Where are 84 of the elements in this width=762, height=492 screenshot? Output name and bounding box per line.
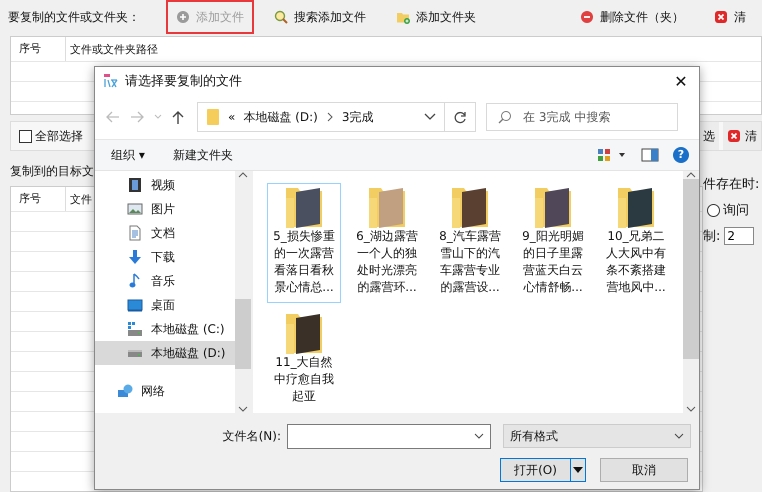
folder-item[interactable]: 10_兄弟二人大风中有条不紊搭建营地风中... [599, 183, 673, 303]
plus-circle-icon [176, 10, 190, 24]
copies-field[interactable]: 2 [724, 227, 754, 245]
section-label: 要复制的文件或文件夹： [8, 8, 140, 26]
close-button[interactable]: ✕ [663, 67, 699, 95]
close-icon [714, 10, 728, 24]
chevron-right-icon [326, 112, 334, 122]
folder-item[interactable]: 8_汽车露营雪山下的汽车露营专业的露营设... [433, 183, 507, 303]
download-arrow-icon [127, 249, 143, 265]
scrollbar[interactable] [235, 171, 251, 413]
monitor-icon [127, 297, 143, 313]
document-icon [127, 225, 143, 241]
toolbar-button[interactable]: 删除文件（夹） [570, 0, 694, 34]
chevron-down-icon [474, 432, 484, 440]
breadcrumb[interactable]: 本地磁盘 (D:) [243, 108, 318, 126]
nav-item[interactable]: 音乐 [95, 269, 235, 293]
split-button[interactable] [570, 458, 586, 482]
toolbar-button[interactable]: 新建文件夹 [172, 146, 233, 164]
network-icon [117, 383, 133, 399]
address-bar[interactable]: « 本地磁盘 (D:) 3完成 [197, 102, 445, 132]
folder-item[interactable]: 9_阳光明媚的日子里露营蓝天白云心情舒畅... [516, 183, 590, 303]
search-field[interactable]: 在 3完成 中搜索 [486, 103, 678, 131]
column-header: 文件 [69, 192, 92, 206]
app-logo-icon [103, 73, 119, 89]
search-icon [498, 110, 512, 124]
close-icon [727, 129, 741, 143]
minus-circle-icon [580, 10, 594, 24]
chevron-down-icon [674, 432, 684, 440]
chevron-up-icon [686, 171, 696, 179]
help-button[interactable]: ? [673, 147, 689, 163]
toolbar-button[interactable]: 搜索添加文件 [264, 0, 376, 34]
nav-item[interactable]: 桌面 [95, 293, 235, 317]
filename-field[interactable] [287, 424, 491, 448]
film-icon [127, 177, 143, 193]
toolbar-button[interactable]: 选 [699, 122, 719, 150]
select-all-checkbox[interactable]: 全部选择 [19, 128, 83, 144]
picture-icon [127, 201, 143, 217]
file-type-dropdown[interactable]: 所有格式 [503, 424, 691, 448]
search-icon [274, 10, 288, 24]
nav-item[interactable]: 本地磁盘 (D:) [95, 341, 235, 365]
toolbar-button[interactable]: 清 [704, 0, 756, 34]
refresh-button[interactable] [444, 102, 476, 132]
nav-item[interactable]: 下载 [95, 245, 235, 269]
ask-radio[interactable]: 询问 [703, 201, 762, 219]
chevron-down-icon [424, 112, 436, 122]
scrollbar[interactable] [683, 171, 699, 413]
breadcrumb[interactable]: « [228, 110, 236, 124]
breadcrumb[interactable]: 3完成 [342, 108, 374, 126]
column-header: 序号 [11, 37, 66, 61]
nav-item[interactable]: 本地磁盘 (C:) [95, 317, 235, 341]
caret-icon [573, 467, 583, 473]
up-arrow-icon [171, 109, 185, 125]
folder-plus-icon [396, 10, 410, 24]
toolbar-button[interactable]: 添加文件夹 [386, 0, 486, 34]
forward-arrow-icon [129, 109, 145, 125]
field-label: 文件名(N): [222, 428, 282, 444]
option-label: 制: [703, 228, 720, 245]
option-label: 件存在时: [703, 176, 760, 193]
nav-item[interactable]: 图片 [95, 197, 235, 221]
view-options-icon [597, 148, 627, 162]
nav-item[interactable]: 文档 [95, 221, 235, 245]
preview-pane-icon [641, 148, 659, 162]
folder-item[interactable]: 11_大自然中疗愈自我起亚 [267, 309, 341, 413]
folder-icon [206, 108, 220, 126]
folder-item[interactable]: 6_湖边露营一个人的独处时光漂亮的露营环... [350, 183, 424, 303]
chevron-down-icon [686, 405, 696, 413]
toolbar-button[interactable]: 清 [723, 122, 761, 150]
open-button[interactable]: 打开(O) [500, 458, 570, 482]
refresh-icon [453, 110, 467, 124]
nav-item[interactable]: 网络 [95, 379, 235, 403]
column-header: 序号 [11, 187, 66, 211]
column-header: 文件或文件夹路径 [69, 42, 158, 56]
back-arrow-icon [105, 109, 121, 125]
drive-icon [127, 348, 143, 358]
drive-icon [127, 321, 143, 337]
toolbar-button[interactable]: 组织 ▾ [111, 146, 145, 164]
nav-item[interactable]: 视频 [95, 173, 235, 197]
chevron-up-icon [238, 171, 248, 179]
folder-item[interactable]: 5_损失惨重的一次露营看落日看秋景心情总... [267, 183, 341, 303]
section-label: 复制到的目标文 [10, 163, 94, 180]
chevron-down-icon [238, 405, 248, 413]
chevron-down-icon [153, 114, 163, 120]
cancel-button[interactable]: 取消 [600, 458, 688, 482]
dialog-title: 请选择要复制的文件 [125, 73, 242, 90]
